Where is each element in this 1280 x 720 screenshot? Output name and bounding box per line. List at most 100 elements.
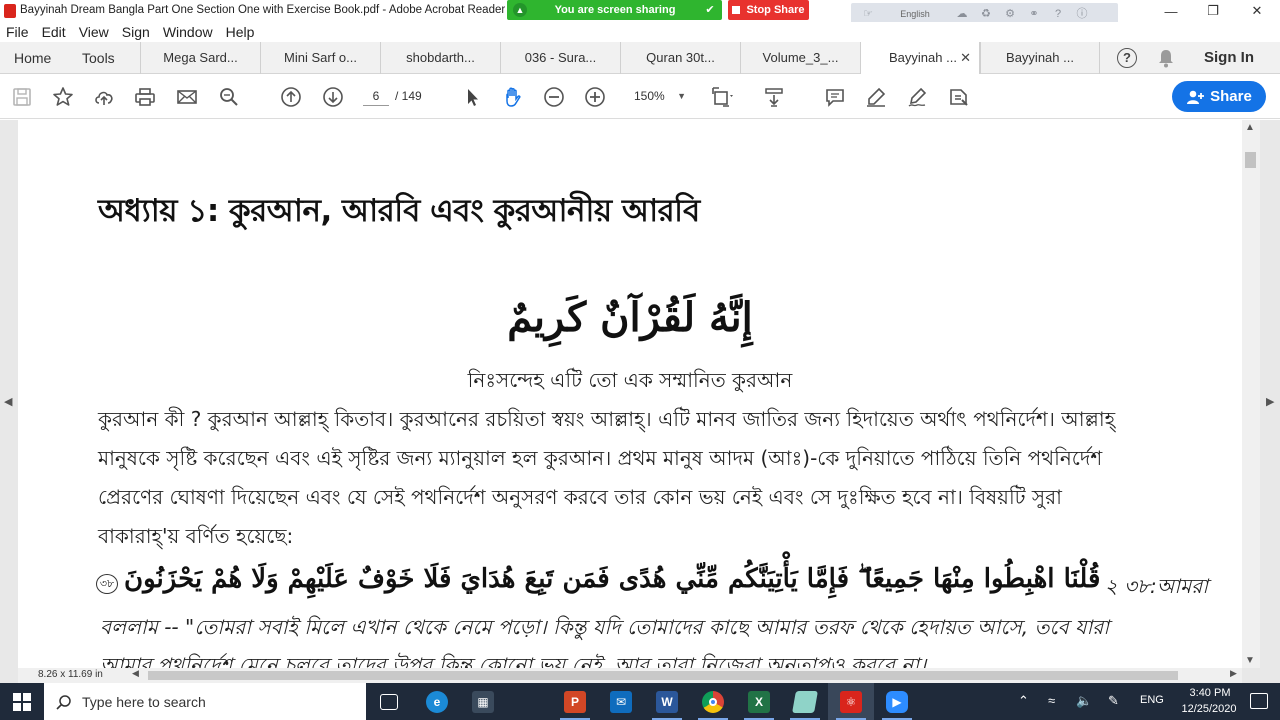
chevron-down-icon: ▼: [677, 91, 686, 101]
hand-tool-icon[interactable]: [501, 85, 525, 109]
doc-tab[interactable]: Quran 30t...: [620, 42, 740, 74]
tab-tools[interactable]: Tools: [82, 42, 115, 74]
menu-bar: File Edit View Sign Window Help: [0, 22, 1280, 42]
excel-taskbar-button[interactable]: X: [736, 683, 782, 720]
arabic-verse: إِنَّهُ لَقُرْآنٌ كَرِيمٌ: [507, 294, 753, 341]
tab-home[interactable]: Home: [14, 42, 51, 74]
restore-button[interactable]: ❐: [1190, 0, 1236, 22]
zoom-in-icon[interactable]: [583, 85, 607, 109]
doc-tab[interactable]: shobdarth...: [380, 42, 500, 74]
info-icon[interactable]: ⓘ: [1075, 7, 1089, 21]
wifi-icon[interactable]: ≈: [1048, 693, 1055, 708]
next-page-arrow-icon[interactable]: ▶: [1266, 395, 1274, 408]
settings-gear-icon[interactable]: ⚙: [1003, 7, 1017, 21]
doc-tab-active[interactable]: Bayyinah ... ✕: [860, 42, 980, 75]
notification-center-icon[interactable]: [1250, 693, 1268, 709]
doc-tab[interactable]: Mega Sard...: [140, 42, 260, 74]
menu-edit[interactable]: Edit: [42, 22, 66, 42]
stop-share-button[interactable]: Stop Share: [728, 0, 809, 20]
clock-date[interactable]: 12/25/2020: [1176, 703, 1242, 715]
body-line: বাকারাহ্‌'য় বর্ণিত হয়েছে:: [98, 524, 294, 548]
help-icon[interactable]: ?: [1051, 7, 1065, 21]
horizontal-scrollbar-thumb[interactable]: [148, 671, 1178, 680]
taskbar-search-box[interactable]: Type here to search: [44, 683, 366, 720]
search-icon: [56, 694, 71, 710]
doc-tab[interactable]: Bayyinah ...: [980, 42, 1100, 74]
chrome-taskbar-button[interactable]: [690, 683, 736, 720]
scroll-down-icon[interactable]: ▼: [1245, 655, 1255, 666]
close-tab-icon[interactable]: ✕: [960, 42, 971, 74]
lamp-icon[interactable]: ♻: [979, 7, 993, 21]
zoom-out-icon[interactable]: [542, 85, 566, 109]
windows-logo-icon: [13, 692, 31, 711]
more-tools-icon[interactable]: [946, 85, 970, 109]
highlight-pen-icon[interactable]: [864, 85, 888, 109]
share-button[interactable]: Share: [1172, 81, 1266, 112]
acrobat-taskbar-button[interactable]: ⚛: [828, 683, 874, 720]
show-hidden-icons-chevron-icon[interactable]: ⌃: [1018, 693, 1029, 709]
share-label: Share: [1210, 88, 1252, 105]
mouse-tool-icon[interactable]: ☞: [861, 7, 875, 21]
pdf-page[interactable]: অধ্যায় ১: কুরআন, আরবি এবং কুরআনীয় আরবি…: [18, 120, 1242, 668]
status-bar: 8.26 x 11.69 in ◀ ▶: [18, 668, 1242, 683]
scroll-mode-icon[interactable]: [762, 85, 786, 109]
notes-taskbar-button[interactable]: [782, 683, 828, 720]
ayah-arabic-text: قُلْنَا اهْبِطُوا مِنْهَا جَمِيعًا ۖ فَإ…: [124, 564, 1101, 594]
doc-tab[interactable]: 036 - Sura...: [500, 42, 620, 74]
volume-icon[interactable]: 🔈: [1076, 693, 1092, 709]
zoom-taskbar-button[interactable]: ▶: [874, 683, 920, 720]
save-icon[interactable]: [10, 85, 34, 109]
powerpoint-taskbar-button[interactable]: P: [552, 683, 598, 720]
sign-in-link[interactable]: Sign In: [1204, 42, 1254, 74]
print-icon[interactable]: [133, 85, 157, 109]
language-selector[interactable]: English: [885, 9, 945, 19]
mail-taskbar-button[interactable]: ✉: [598, 683, 644, 720]
menu-help[interactable]: Help: [226, 22, 255, 42]
fill-sign-icon[interactable]: [905, 85, 929, 109]
scroll-right-icon[interactable]: ▶: [1230, 668, 1237, 679]
start-button[interactable]: [0, 683, 44, 720]
clock-time[interactable]: 3:40 PM: [1180, 687, 1240, 699]
language-indicator[interactable]: ENG: [1140, 694, 1164, 706]
bookmark-star-icon[interactable]: [51, 85, 75, 109]
scroll-left-icon[interactable]: ◀: [132, 668, 139, 679]
zoom-level-value: 150%: [634, 89, 665, 103]
zoom-level-select[interactable]: 150% ▼: [626, 86, 692, 106]
menu-window[interactable]: Window: [163, 22, 213, 42]
scroll-up-icon[interactable]: ▲: [1245, 122, 1255, 133]
menu-sign[interactable]: Sign: [122, 22, 150, 42]
excel-icon: X: [748, 690, 770, 713]
page-number-input[interactable]: 6: [363, 86, 389, 106]
stop-share-label: Stop Share: [746, 4, 805, 16]
comment-icon[interactable]: [823, 85, 847, 109]
previous-page-icon[interactable]: [279, 85, 303, 109]
edge-taskbar-button[interactable]: e: [414, 683, 460, 720]
main-toolbar: 6 / 149 150% ▼ Share: [0, 74, 1280, 119]
close-window-button[interactable]: ✕: [1234, 0, 1280, 22]
cloud-icon[interactable]: ☁: [955, 7, 969, 21]
previous-page-arrow-icon[interactable]: ◀: [4, 395, 12, 408]
find-search-icon[interactable]: [217, 85, 241, 109]
help-circle-icon[interactable]: ?: [1117, 48, 1137, 68]
menu-view[interactable]: View: [79, 22, 109, 42]
chrome-icon: [702, 690, 724, 713]
task-view-button[interactable]: [366, 683, 412, 720]
word-taskbar-button[interactable]: W: [644, 683, 690, 720]
cloud-upload-icon[interactable]: [92, 85, 116, 109]
vertical-scrollbar[interactable]: ▲ ▼: [1242, 120, 1260, 668]
menu-file[interactable]: File: [6, 22, 29, 42]
select-cursor-icon[interactable]: [460, 85, 484, 109]
next-page-icon[interactable]: [321, 85, 345, 109]
notification-bell-icon[interactable]: [1157, 48, 1175, 68]
page-fit-icon[interactable]: [710, 85, 734, 109]
minimize-button[interactable]: —: [1148, 0, 1194, 22]
doc-tab[interactable]: Mini Sarf o...: [260, 42, 380, 74]
email-icon[interactable]: [175, 85, 199, 109]
tab-bar: Home Tools Mega Sard... Mini Sarf o... s…: [0, 42, 1280, 75]
store-taskbar-button[interactable]: ▦: [460, 683, 506, 720]
pen-icon[interactable]: ✎: [1108, 693, 1119, 709]
scrollbar-thumb[interactable]: [1245, 152, 1256, 168]
edge-browser-icon[interactable]: ⚭: [1027, 7, 1041, 21]
document-viewer[interactable]: ◀ অধ্যায় ১: কুরআন, আরবি এবং কুরআনীয় আর…: [0, 120, 1280, 683]
doc-tab[interactable]: Volume_3_...: [740, 42, 860, 74]
